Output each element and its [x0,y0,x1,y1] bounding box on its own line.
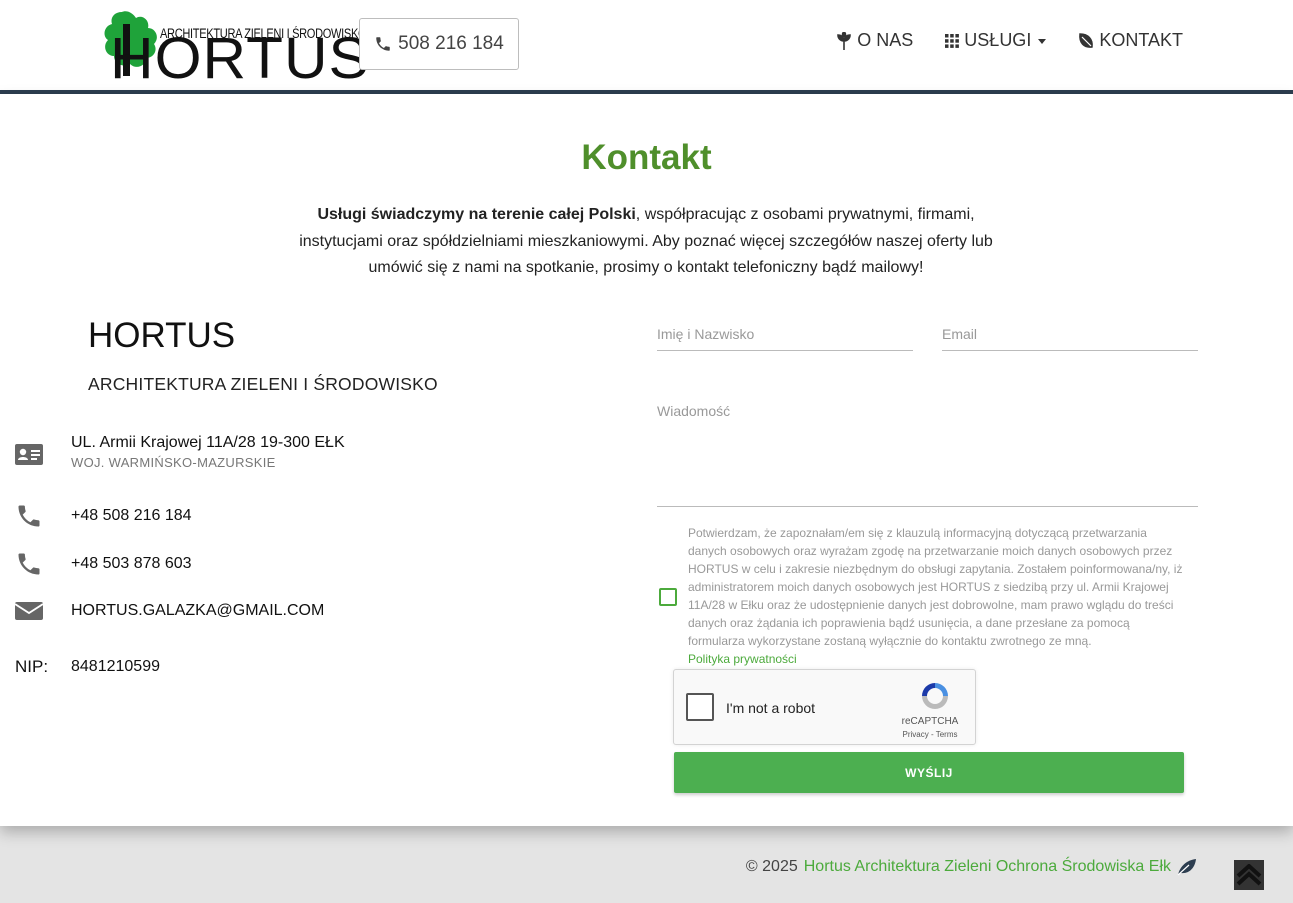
recaptcha-brand: reCAPTCHA [901,716,959,727]
nav-item-kontakt[interactable]: KONTAKT [1078,30,1183,51]
recaptcha-logo-icon [922,683,948,709]
nip-label: NIP: [15,657,49,676]
recaptcha-links[interactable]: Privacy - Terms [895,730,965,739]
leaf-sprig-icon [837,31,852,50]
footer-copyright: © 2025 [745,858,798,875]
recaptcha-checkbox[interactable] [686,693,714,721]
page-title: Kontakt [581,138,712,177]
recaptcha-label: I'm not a robot [726,700,816,716]
leaf-icon [1177,859,1196,876]
phone-row-1: +48 508 216 184 [15,502,192,530]
region-text: WOJ. WARMIŃSKO-MAZURSKIE [71,455,276,470]
logo[interactable]: ARCHITEKTURA ZIELENI I ŚRODOWISKO HORTUS [102,10,369,88]
phone-link-1[interactable]: +48 508 216 184 [71,502,192,525]
header-phone-button[interactable]: 508 216 184 [359,18,519,70]
footer: © 2025 Hortus Architektura Zieleni Ochro… [746,858,1197,876]
email-link[interactable]: HORTUS.GALAZKA@GMAIL.COM [71,600,324,620]
grid-icon [945,33,960,48]
phone-icon [376,37,390,51]
nip-value: 8481210599 [71,658,160,675]
name-input[interactable]: Imię i Nazwisko [657,326,913,351]
phone-row-2: +48 503 878 603 [15,550,192,578]
consent-text: Potwierdzam, że zapoznałam/em się z klau… [688,524,1184,668]
company-name: HORTUS [88,316,236,355]
privacy-policy-link[interactable]: Polityka prywatności [688,652,797,666]
intro-strong: Usługi świadczymy na terenie całej Polsk… [317,206,636,223]
contact-info: HORTUS ARCHITEKTURA ZIELENI I ŚRODOWISKO [88,316,608,395]
address-card-icon [15,444,43,465]
nip-row: NIP: 8481210599 [15,657,160,677]
footer-link[interactable]: Hortus Architektura Zieleni Ochrona Środ… [804,858,1171,876]
nav-label-o-nas: O NAS [857,30,914,50]
email-input[interactable]: Email [942,326,1198,351]
logo-wordmark: HORTUS [110,26,370,91]
company-subtitle: ARCHITEKTURA ZIELENI I ŚRODOWISKO [88,374,438,394]
phone-link-2[interactable]: +48 503 878 603 [71,550,192,573]
address-row: UL. Armii Krajowej 11A/28 19-300 EŁK WOJ… [15,434,345,470]
message-textarea[interactable]: Wiadomość [657,403,1198,507]
chevron-up-icon [1236,864,1262,886]
site-header: ARCHITEKTURA ZIELENI I ŚRODOWISKO HORTUS… [0,0,1293,94]
main-nav: O NAS USŁUGI KONTAKT [836,30,1183,51]
header-phone-number: 508 216 184 [398,33,504,54]
chevron-down-icon [1038,39,1047,44]
consent-checkbox[interactable] [659,588,677,606]
submit-button[interactable]: WYŚLIJ [674,752,1184,793]
envelope-icon [15,602,43,620]
consent-body: Potwierdzam, że zapoznałam/em się z klau… [688,526,1183,648]
leaf-icon [1079,32,1094,48]
nav-item-o-nas[interactable]: O NAS [836,30,913,51]
nav-label-kontakt: KONTAKT [1099,30,1183,50]
main-content: Kontakt Usługi świadczymy na terenie cał… [0,94,1293,826]
email-row: HORTUS.GALAZKA@GMAIL.COM [15,600,324,622]
scroll-to-top-button[interactable] [1234,860,1264,890]
nav-label-uslugi: USŁUGI [964,30,1032,50]
recaptcha-widget: I'm not a robot reCAPTCHA Privacy - Term… [673,669,976,745]
nav-item-uslugi[interactable]: USŁUGI [945,30,1047,51]
address-text: UL. Armii Krajowej 11A/28 19-300 EŁK [71,434,345,451]
phone-icon [18,505,40,527]
phone-icon [18,553,40,575]
intro-text: Usługi świadczymy na terenie całej Polsk… [276,202,1016,282]
